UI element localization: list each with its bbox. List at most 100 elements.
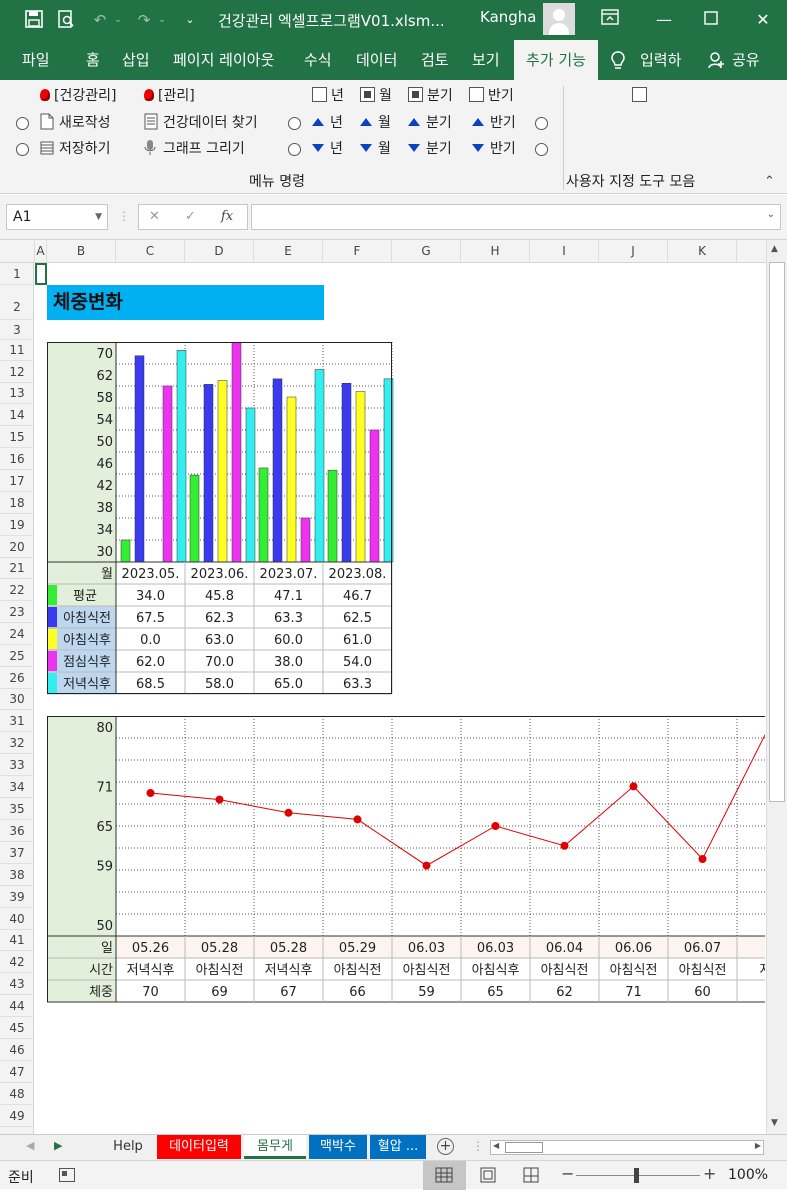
- row-header[interactable]: 48: [0, 1083, 34, 1105]
- page-layout-view-icon[interactable]: [480, 1167, 496, 1187]
- tab-add-ins[interactable]: 추가 기능: [514, 40, 598, 80]
- zoom-level[interactable]: 100%: [728, 1167, 768, 1183]
- col-header-G[interactable]: G: [392, 240, 461, 263]
- row-header[interactable]: 15: [0, 426, 34, 448]
- row-header[interactable]: 33: [0, 754, 34, 776]
- row-header[interactable]: 26: [0, 667, 34, 689]
- radio-button[interactable]: [288, 117, 301, 130]
- col-header-H[interactable]: H: [461, 240, 530, 263]
- row-header[interactable]: 44: [0, 995, 34, 1017]
- radio-button[interactable]: [16, 117, 29, 130]
- row-header[interactable]: 34: [0, 776, 34, 798]
- share-icon[interactable]: [708, 40, 724, 80]
- tell-me-icon[interactable]: [610, 40, 626, 80]
- sheet-tab-weight[interactable]: 몸무게: [244, 1135, 306, 1159]
- view-half-button[interactable]: 반기: [469, 86, 514, 106]
- zoom-in-icon[interactable]: +: [703, 1164, 716, 1183]
- cancel-icon[interactable]: ✕: [149, 209, 160, 224]
- save-icon[interactable]: [24, 10, 44, 30]
- row-header[interactable]: 42: [0, 951, 34, 973]
- row-header[interactable]: 49: [0, 1105, 34, 1127]
- row-header[interactable]: 30: [0, 689, 34, 710]
- redo-dropdown-icon[interactable]: ⌄: [152, 10, 172, 30]
- next-sheet-icon[interactable]: ▶: [54, 1139, 62, 1152]
- ribbon-display-icon[interactable]: [598, 8, 622, 32]
- up-year-button[interactable]: 년: [312, 113, 343, 133]
- tab-insert[interactable]: 삽입: [122, 40, 150, 80]
- col-header-B[interactable]: B: [47, 240, 116, 263]
- view-quarter-button[interactable]: 분기: [408, 86, 453, 106]
- down-quarter-button[interactable]: 분기: [408, 139, 452, 159]
- close-icon[interactable]: ✕: [751, 8, 775, 32]
- row-header[interactable]: 25: [0, 645, 34, 667]
- row-header[interactable]: 38: [0, 864, 34, 886]
- col-header-D[interactable]: D: [185, 240, 254, 263]
- down-month-button[interactable]: 월: [360, 139, 391, 159]
- row-header[interactable]: 3: [0, 320, 34, 340]
- tab-formulas[interactable]: 수식: [304, 40, 332, 80]
- sheet-tab-blood-pressure[interactable]: 혈압 ...: [370, 1135, 426, 1159]
- row-header[interactable]: 20: [0, 536, 34, 558]
- row-header[interactable]: 40: [0, 908, 34, 930]
- sheet-tab-pulse[interactable]: 맥박수: [309, 1135, 367, 1159]
- collapse-ribbon-icon[interactable]: ⌃: [764, 174, 775, 189]
- row-header[interactable]: 47: [0, 1061, 34, 1083]
- row-header[interactable]: 41: [0, 930, 34, 951]
- row-header[interactable]: 14: [0, 404, 34, 426]
- customize-qat-icon[interactable]: ⌄: [180, 10, 200, 30]
- save-data-button[interactable]: 저장하기: [40, 139, 111, 159]
- find-data-button[interactable]: 건강데이터 찾기: [144, 113, 258, 133]
- manage-button[interactable]: [관리]: [144, 86, 195, 106]
- row-header[interactable]: 13: [0, 383, 34, 404]
- normal-view-button[interactable]: [423, 1161, 466, 1190]
- tab-view[interactable]: 보기: [472, 40, 500, 80]
- horizontal-scrollbar[interactable]: ◀ ▶: [490, 1140, 764, 1155]
- worksheet[interactable]: 체중변화 70 62 58 54 50 46 42 38 34 30 월 2023.05. 2023.0…: [35, 263, 765, 1134]
- col-header-K[interactable]: K: [668, 240, 737, 263]
- row-header[interactable]: 37: [0, 842, 34, 864]
- col-header-A[interactable]: A: [35, 240, 47, 263]
- redo-icon[interactable]: ↷: [134, 10, 154, 30]
- name-box[interactable]: A1 ▼: [6, 204, 108, 230]
- row-header[interactable]: 45: [0, 1017, 34, 1039]
- prev-sheet-icon[interactable]: ◀: [26, 1139, 34, 1152]
- sheet-tab-data-input[interactable]: 데이터입력: [157, 1135, 241, 1159]
- row-header[interactable]: 46: [0, 1039, 34, 1061]
- add-sheet-icon[interactable]: +: [437, 1138, 454, 1155]
- col-header-C[interactable]: C: [116, 240, 185, 263]
- row-header[interactable]: 17: [0, 470, 34, 492]
- health-manage-button[interactable]: [건강관리]: [40, 86, 116, 106]
- row-header[interactable]: 11: [0, 340, 34, 361]
- sheet-tab-help[interactable]: Help: [103, 1135, 153, 1159]
- row-header[interactable]: 31: [0, 710, 34, 732]
- macro-record-icon[interactable]: [59, 1168, 75, 1182]
- view-month-button[interactable]: 월: [360, 86, 392, 106]
- user-name[interactable]: Kangha: [480, 8, 537, 26]
- row-header[interactable]: 22: [0, 579, 34, 601]
- col-header-E[interactable]: E: [254, 240, 323, 263]
- undo-icon[interactable]: ↶: [90, 10, 110, 30]
- row-header[interactable]: 32: [0, 732, 34, 754]
- custom-toolbar-button[interactable]: [632, 86, 651, 106]
- row-header[interactable]: 19: [0, 514, 34, 536]
- minimize-icon[interactable]: —: [652, 8, 676, 32]
- row-header[interactable]: 23: [0, 601, 34, 623]
- down-half-button[interactable]: 반기: [472, 139, 516, 159]
- row-header[interactable]: 35: [0, 798, 34, 820]
- new-file-button[interactable]: 새로작성: [40, 113, 111, 133]
- row-header[interactable]: 16: [0, 448, 34, 470]
- vertical-scrollbar[interactable]: ▲ ▼: [766, 240, 787, 1134]
- col-header-J[interactable]: J: [599, 240, 668, 263]
- row-header[interactable]: 36: [0, 820, 34, 842]
- formula-input[interactable]: ⌄: [251, 204, 781, 230]
- up-month-button[interactable]: 월: [360, 113, 391, 133]
- scroll-thumb[interactable]: [769, 262, 785, 802]
- row-header[interactable]: 1: [0, 263, 34, 285]
- draw-graph-button[interactable]: 그래프 그리기: [144, 139, 245, 159]
- avatar[interactable]: [543, 3, 575, 35]
- function-icon[interactable]: fx: [221, 209, 233, 224]
- print-preview-icon[interactable]: [56, 10, 76, 30]
- row-header[interactable]: 12: [0, 361, 34, 383]
- maximize-icon[interactable]: [699, 8, 723, 32]
- active-cell[interactable]: [35, 263, 47, 285]
